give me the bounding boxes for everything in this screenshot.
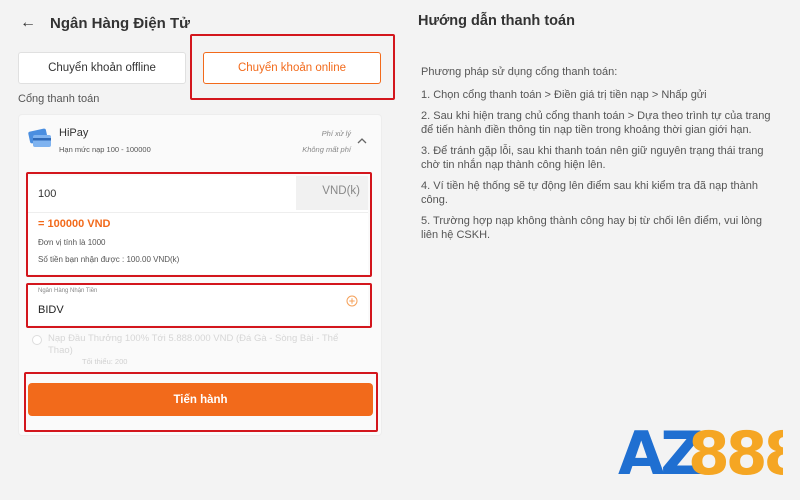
chevron-up-icon[interactable] <box>357 136 367 146</box>
guide-intro: Phương pháp sử dụng cổng thanh toán: <box>421 66 618 78</box>
gateway-fee-value: Không mất phí <box>302 145 351 154</box>
payment-gateway-label: Cổng thanh toán <box>18 93 100 105</box>
proceed-button[interactable]: Tiến hành <box>28 383 373 416</box>
guide-title: Hướng dẫn thanh toán <box>418 13 575 29</box>
promo-minimum: Tối thiểu: 200 <box>82 357 128 366</box>
page-header: ← Ngân Hàng Điện Tử <box>20 12 190 34</box>
plus-circle-icon[interactable] <box>346 295 358 307</box>
gateway-fee-label: Phí xử lý <box>321 129 351 138</box>
tab-online-transfer[interactable]: Chuyển khoản online <box>203 52 381 84</box>
tab-offline-transfer[interactable]: Chuyển khoản offline <box>18 52 186 84</box>
guide-panel: Hướng dẫn thanh toán Phương pháp sử dụng… <box>400 0 800 500</box>
guide-step: 1. Chọn cổng thanh toán > Điền giá trị t… <box>421 88 707 101</box>
arrow-left-icon[interactable]: ← <box>20 15 36 31</box>
guide-step: 5. Trường hợp nạp không thành công hay b… <box>421 215 763 241</box>
promo-text: Nạp Đầu Thưởng 100% Tới 5.888.000 VND (Đ… <box>48 333 339 356</box>
deposit-panel: ← Ngân Hàng Điện Tử Chuyển khoản offline… <box>0 0 400 500</box>
amount-input[interactable]: 100 <box>38 178 293 210</box>
amount-unit-area: VND(k) <box>296 176 368 210</box>
amount-divider <box>28 212 368 213</box>
amount-unit-note: Đơn vị tính là 1000 <box>38 238 106 247</box>
amount-converted: = 100000 VND <box>38 218 111 230</box>
svg-text:888: 888 <box>688 419 783 482</box>
gateway-limit: Hạn mức nạp 100 - 100000 <box>59 145 151 154</box>
amount-unit: VND(k) <box>322 185 360 197</box>
gateway-name: HiPay <box>59 127 89 139</box>
page-title: Ngân Hàng Điện Tử <box>50 14 191 32</box>
receiving-bank-value: BIDV <box>38 304 64 316</box>
guide-list: Phương pháp sử dụng cổng thanh toán: 1. … <box>421 66 781 250</box>
guide-step: 3. Để tránh gặp lỗi, sau khi thanh toán … <box>421 145 764 171</box>
receiving-bank-label: Ngân Hàng Nhận Tiền <box>38 288 98 294</box>
amount-section: 100 VND(k) = 100000 VND Đơn vị tính là 1… <box>28 176 368 274</box>
credit-card-icon <box>28 128 51 147</box>
promo-option[interactable]: Nạp Đầu Thưởng 100% Tới 5.888.000 VND (Đ… <box>32 333 368 371</box>
guide-step: 2. Sau khi hiện trang chủ cổng thanh toá… <box>421 110 771 136</box>
guide-step: 4. Ví tiền hệ thống sẽ tự động lên điểm … <box>421 180 758 206</box>
receiving-bank-field[interactable]: Ngân Hàng Nhận Tiền BIDV <box>28 285 368 325</box>
az888-logo: AZ 888 <box>618 419 783 482</box>
promo-radio[interactable] <box>32 335 42 345</box>
amount-received: Số tiền bạn nhận được : 100.00 VND(k) <box>38 255 180 264</box>
